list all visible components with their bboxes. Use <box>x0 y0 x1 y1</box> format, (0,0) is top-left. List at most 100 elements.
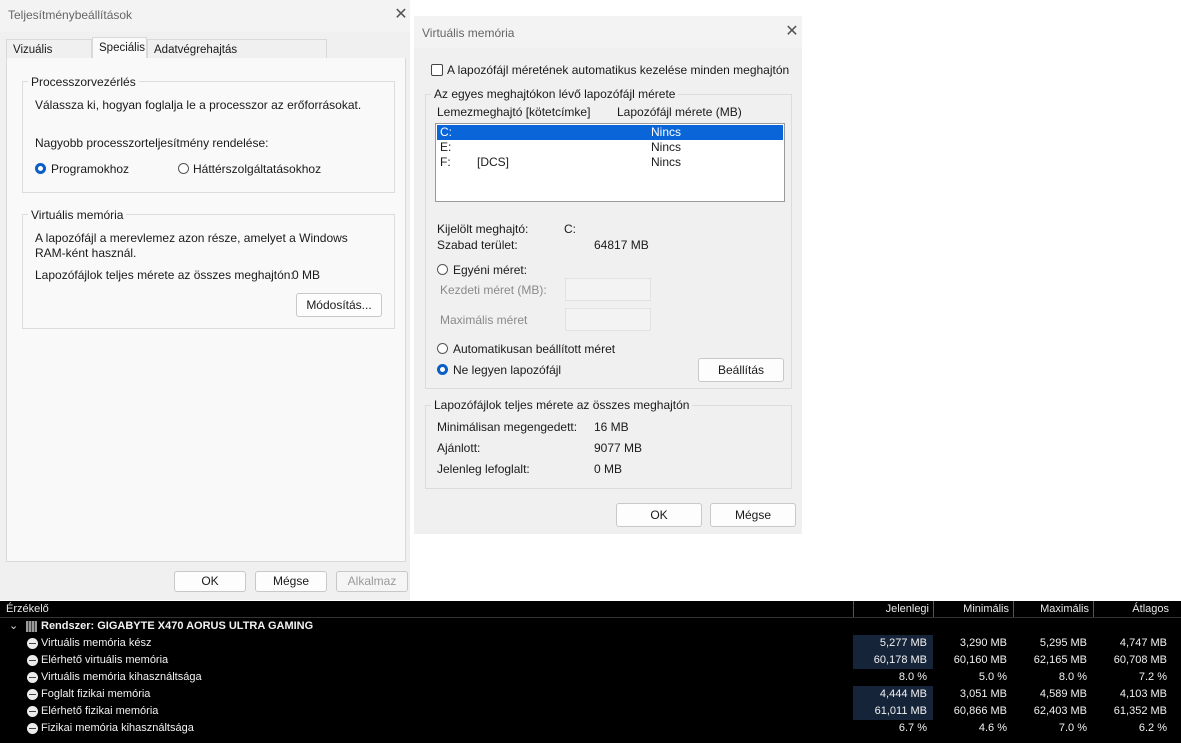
col-sensor[interactable]: Érzékelő <box>0 601 853 617</box>
radio-custom-size[interactable] <box>437 264 448 275</box>
sensor-name: Elérhető fizikai memória <box>41 705 159 717</box>
custom-size-label: Egyéni méret: <box>453 263 528 277</box>
col-maximum[interactable]: Maximális <box>1013 601 1093 617</box>
tab-data-execution-prevention[interactable]: Adatvégrehajtás megakadályozása <box>147 39 327 76</box>
sensor-row[interactable]: Virtuális memória kész 5,277 MB 3,290 MB 5,… <box>0 635 1181 652</box>
drive-letter: C: <box>440 125 452 139</box>
sensor-icon <box>27 672 38 683</box>
virtual-memory-dialog: Virtuális memória ✕ A lapozófájl méretén… <box>414 16 802 534</box>
close-icon[interactable]: ✕ <box>387 1 415 29</box>
tab-visual-effects[interactable]: Vizuális hatások <box>6 39 92 76</box>
system-group-row[interactable]: ⌄ Rendszer: GIGABYTE X470 AORUS ULTRA GA… <box>0 618 1181 635</box>
drive-letter: F: <box>440 155 451 169</box>
sensor-name: Fizikai memória kihasználtsága <box>41 722 194 734</box>
tab-advanced[interactable]: Speciális <box>92 37 147 59</box>
vm-title-bar: Virtuális memória ✕ <box>414 16 802 48</box>
max-size-input[interactable] <box>565 308 651 331</box>
initial-size-label: Kezdeti méret (MB): <box>440 283 547 297</box>
vm-close-icon[interactable]: ✕ <box>778 18 806 46</box>
drive-size: Nincs <box>651 140 682 154</box>
initial-size-input[interactable] <box>565 278 651 301</box>
drives-group-label: Az egyes meghajtókon lévő lapozófájl mér… <box>431 87 679 101</box>
currently-allocated-label: Jelenleg lefoglalt: <box>437 462 530 476</box>
total-paging-label: Lapozófájlok teljes mérete az összes meg… <box>35 268 294 282</box>
sensor-current: 5,277 MB <box>853 635 933 652</box>
chevron-down-icon[interactable]: ⌄ <box>9 618 18 635</box>
processor-prompt: Nagyobb processzorteljesítmény rendelése… <box>35 136 269 150</box>
vm-cancel-button[interactable]: Mégse <box>710 503 796 527</box>
sensor-average: 7.2 % <box>1138 671 1167 683</box>
sensor-row[interactable]: Elérhető fizikai memória 61,011 MB 60,866 … <box>0 703 1181 720</box>
sensor-row[interactable]: Fizikai memória kihasználtsága 6.7 % 4.6 %… <box>0 720 1181 737</box>
free-space-value: 64817 MB <box>594 238 649 252</box>
processor-description: Válassza ki, hogyan foglalja le a proces… <box>35 98 362 112</box>
processor-group-label: Processzorvezérlés <box>28 75 139 89</box>
sensor-row[interactable]: Virtuális memória kihasználtsága 8.0 % 5.0… <box>0 669 1181 686</box>
max-size-label: Maximális méret <box>440 313 528 327</box>
drives-listbox[interactable]: C: Nincs E: Nincs F: [DCS] Nincs <box>435 123 785 202</box>
auto-manage-label: A lapozófájl méretének automatikus kezel… <box>447 63 790 77</box>
sensor-table: Érzékelő Jelenlegi Minimális Maximális Á… <box>0 601 1181 743</box>
sensor-average: 4,103 MB <box>1119 688 1167 700</box>
radio-programs[interactable] <box>35 163 46 174</box>
radio-no-paging-file[interactable] <box>437 364 448 375</box>
set-button[interactable]: Beállítás <box>698 358 784 382</box>
vm-ok-button[interactable]: OK <box>616 503 702 527</box>
sensor-icon <box>27 706 38 717</box>
recommended-value: 9077 MB <box>594 441 643 455</box>
system-label: Rendszer: GIGABYTE X470 AORUS ULTRA GAMI… <box>41 620 314 632</box>
total-paging-value: 0 MB <box>292 268 321 282</box>
system-managed-label: Automatikusan beállított méret <box>453 342 616 356</box>
sensor-minimum: 60,160 MB <box>953 654 1007 666</box>
motherboard-icon <box>26 621 37 632</box>
sensor-name: Elérhető virtuális memória <box>41 654 169 666</box>
recommended-label: Ajánlott: <box>437 441 481 455</box>
change-button[interactable]: Módosítás... <box>296 293 382 317</box>
vm-title: Virtuális memória <box>422 26 515 40</box>
sensor-current: 8.0 % <box>898 671 927 683</box>
performance-options-window: Teljesítménybeállítások ✕ Vizuális hatás… <box>0 0 410 600</box>
sensor-icon <box>27 655 38 666</box>
window-title: Teljesítménybeállítások <box>8 8 133 22</box>
virtual-memory-group-label: Virtuális memória <box>28 208 127 222</box>
cancel-button[interactable]: Mégse <box>255 571 327 592</box>
col-average[interactable]: Átlagos <box>1093 601 1173 617</box>
col-minimum[interactable]: Minimális <box>933 601 1013 617</box>
title-bar: Teljesítménybeállítások ✕ <box>0 0 410 32</box>
sensor-maximum: 62,403 MB <box>1033 705 1087 717</box>
sensor-icon <box>27 689 38 700</box>
sensor-row[interactable]: Elérhető virtuális memória 60,178 MB 60,16… <box>0 652 1181 669</box>
drive-row[interactable]: C: Nincs <box>437 125 783 140</box>
currently-allocated-value: 0 MB <box>594 462 623 476</box>
drive-row[interactable]: F: [DCS] Nincs <box>437 155 783 170</box>
selected-drive-label: Kijelölt meghajtó: <box>437 222 529 236</box>
sensor-current: 4,444 MB <box>853 686 933 703</box>
sensor-minimum: 60,866 MB <box>953 705 1007 717</box>
col-current[interactable]: Jelenlegi <box>853 601 933 617</box>
apply-button[interactable]: Alkalmaz <box>336 571 408 592</box>
col-drive-header: Lemezmeghajtó [kötetcímke] <box>437 105 591 119</box>
drive-row[interactable]: E: Nincs <box>437 140 783 155</box>
drive-size: Nincs <box>651 155 682 169</box>
selected-drive-value: C: <box>564 222 576 236</box>
sensor-row[interactable]: Foglalt fizikai memória 4,444 MB 3,051 MB 4… <box>0 686 1181 703</box>
sensor-icon <box>27 638 38 649</box>
sensor-maximum: 5,295 MB <box>1039 637 1087 649</box>
radio-services-label: Háttérszolgáltatásokhoz <box>193 162 322 176</box>
sensor-current: 6.7 % <box>898 722 927 734</box>
sensor-average: 4,747 MB <box>1119 637 1167 649</box>
drive-volume-label: [DCS] <box>477 155 510 169</box>
radio-background-services[interactable] <box>178 163 189 174</box>
radio-system-managed[interactable] <box>437 343 448 354</box>
sensor-current: 60,178 MB <box>853 652 933 669</box>
sensor-name: Virtuális memória kihasználtsága <box>41 671 202 683</box>
ok-button[interactable]: OK <box>174 571 246 592</box>
sensor-average: 6.2 % <box>1138 722 1167 734</box>
auto-manage-checkbox[interactable] <box>431 64 443 76</box>
no-paging-label: Ne legyen lapozófájl <box>453 363 562 377</box>
sensor-maximum: 4,589 MB <box>1039 688 1087 700</box>
tab-page-advanced: Processzorvezérlés Válassza ki, hogyan f… <box>6 58 406 562</box>
drive-letter: E: <box>440 140 452 154</box>
sensor-minimum: 4.6 % <box>978 722 1007 734</box>
totals-group-label: Lapozófájlok teljes mérete az összes meg… <box>431 398 693 412</box>
